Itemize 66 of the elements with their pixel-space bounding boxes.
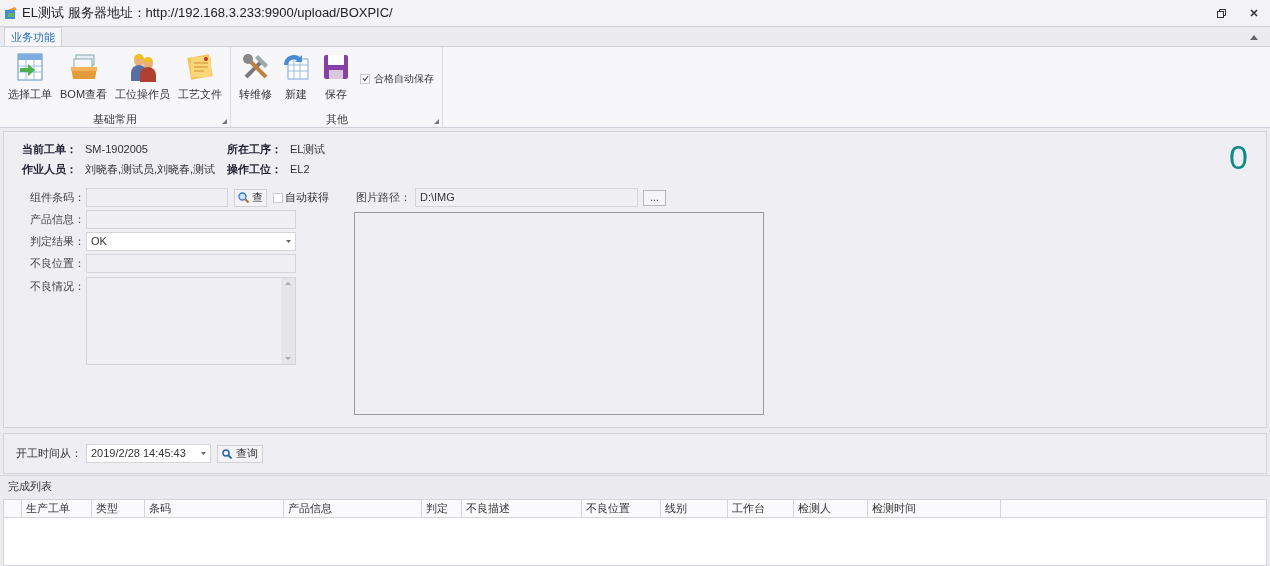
scrollbar[interactable] (281, 278, 295, 364)
dialog-launcher-icon[interactable] (434, 119, 440, 124)
column-header[interactable]: 产品信息 (284, 500, 422, 517)
ribbon-tab[interactable]: 业务功能 (4, 27, 62, 46)
field-label: 开工时间从： (16, 446, 82, 462)
barcode-field[interactable] (86, 188, 228, 207)
search-button[interactable]: 查 (234, 188, 267, 207)
checkbox-label: 合格自动保存 (374, 72, 435, 86)
field-label: 不良情况： (29, 279, 80, 294)
ribbon-button[interactable]: BOM查看 (56, 51, 112, 103)
ribbon-button[interactable]: 新建 (276, 51, 317, 103)
column-header[interactable]: 生产工单 (22, 500, 92, 517)
info-label: 所在工序： (227, 142, 282, 158)
scroll-up-icon[interactable] (285, 282, 291, 285)
query-button[interactable]: 查询 (217, 444, 263, 463)
info-value: SM-1902005 (85, 142, 148, 158)
collapse-ribbon-icon[interactable] (1250, 35, 1258, 40)
memo-field[interactable] (86, 277, 296, 365)
dropdown-arrow-icon (286, 240, 291, 243)
column-header[interactable]: 条码 (145, 500, 284, 517)
search-icon (238, 192, 249, 203)
scroll-down-icon[interactable] (285, 357, 291, 360)
column-header[interactable]: 类型 (92, 500, 145, 517)
ribbon-button[interactable]: 工位操作员 (111, 51, 175, 103)
date-field[interactable]: 2019/2/28 14:45:43 (86, 444, 211, 463)
search-icon (222, 448, 232, 459)
checkbox[interactable] (273, 192, 283, 203)
column-header[interactable]: 不良位置 (582, 500, 661, 517)
column-header[interactable]: 不良描述 (462, 500, 582, 517)
result-dropdown[interactable]: OK (86, 232, 296, 251)
window-title: EL测试 服务器地址：http://192.168.3.233:9900/upload/BOXPIC/ (22, 4, 393, 23)
text-field[interactable] (86, 210, 296, 229)
column-header[interactable]: 判定 (422, 500, 462, 517)
field-label: 产品信息： (29, 212, 80, 227)
counter: 0 (1229, 140, 1248, 174)
column-header[interactable]: 线别 (661, 500, 728, 517)
field-label: 组件条码： (29, 190, 80, 205)
field-label: 不良位置： (29, 256, 80, 271)
info-label: 作业人员： (22, 162, 77, 178)
column-header[interactable]: 工作台 (728, 500, 794, 517)
ribbon-button[interactable]: 转维修 (235, 51, 277, 103)
image-path-field[interactable]: D:\IMG (415, 188, 638, 207)
close-icon[interactable] (1250, 9, 1258, 17)
field-label: 判定结果： (29, 234, 80, 249)
app-icon (4, 6, 18, 20)
group-label: 其他 (325, 111, 348, 127)
ribbon-button[interactable]: 工艺文件 (174, 51, 227, 103)
group-label: 基础常用 (93, 111, 138, 127)
info-value: EL测试 (290, 142, 326, 158)
list-title: 完成列表 (8, 478, 52, 494)
text-field[interactable] (86, 254, 296, 273)
checkbox[interactable] (360, 73, 371, 84)
field-label: 图片路径： (356, 190, 411, 206)
checkbox-label: 自动获得 (285, 190, 329, 206)
info-label: 当前工单： (22, 142, 77, 158)
column-header[interactable]: 检测时间 (868, 500, 1001, 517)
browse-button[interactable]: ... (643, 189, 666, 206)
info-value: EL2 (290, 162, 310, 178)
column-header[interactable]: 检测人 (794, 500, 868, 517)
info-value: 刘晓春,测试员,刘晓春,测试 (85, 162, 216, 178)
restore-icon[interactable] (1217, 8, 1226, 18)
dialog-launcher-icon[interactable] (222, 119, 228, 124)
info-label: 操作工位： (227, 162, 282, 178)
ribbon-button[interactable]: 保存 (316, 51, 357, 103)
dropdown-arrow-icon (201, 452, 206, 455)
ribbon-button[interactable]: 选择工单 (4, 51, 56, 103)
